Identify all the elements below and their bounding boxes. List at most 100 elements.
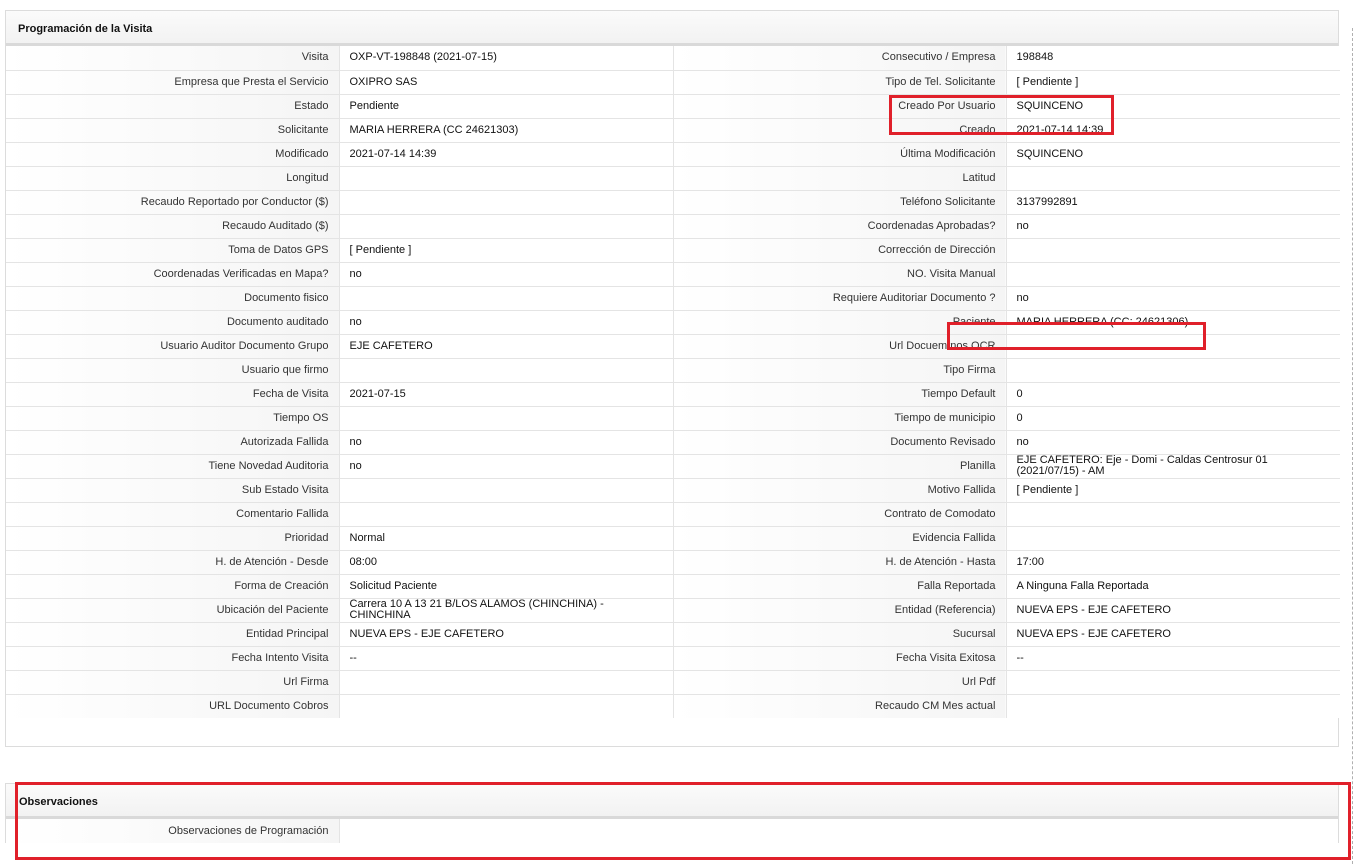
detail-row: Sub Estado Visita Motivo Fallida[ Pendien… <box>6 477 1340 502</box>
field-label: Visita <box>6 46 340 70</box>
field-label: Teléfono Solicitante <box>673 189 1007 214</box>
field-value: EJE CAFETERO: Eje - Domi - Caldas Centro… <box>1006 453 1340 478</box>
field-value: NUEVA EPS - EJE CAFETERO <box>339 621 674 646</box>
detail-row: Coordenadas Verificadas en Mapa? no NO. V… <box>6 261 1340 286</box>
field-value: Solicitud Paciente <box>339 573 674 598</box>
detail-row: URL Documento Cobros Recaudo CM Mes actua… <box>6 693 1340 718</box>
field-label: Documento auditado <box>6 309 340 334</box>
field-label: Tiempo Default <box>673 381 1007 406</box>
visit-schedule-panel: Programación de la Visita Visita OXP-VT-1… <box>5 10 1340 747</box>
field-value: Carrera 10 A 13 21 B/LOS ALAMOS (CHINCHI… <box>339 597 674 622</box>
field-value <box>1006 501 1340 526</box>
detail-row: Empresa que Presta el Servicio OXIPRO SAS… <box>6 69 1340 94</box>
field-value: 3137992891 <box>1006 189 1340 214</box>
field-label: Corrección de Dirección <box>673 237 1007 262</box>
detail-row: Recaudo Reportado por Conductor ($) Teléf… <box>6 189 1340 214</box>
field-label: Entidad Principal <box>6 621 340 646</box>
detail-row: Autorizada Fallida no Documento Revisado n… <box>6 429 1340 454</box>
field-label: Creado Por Usuario <box>673 93 1007 118</box>
field-label: Coordenadas Verificadas en Mapa? <box>6 261 340 286</box>
field-value: 0 <box>1006 405 1340 430</box>
field-label: Recaudo Reportado por Conductor ($) <box>6 189 340 214</box>
field-value: 2021-07-14 14:39 <box>1006 117 1340 142</box>
detail-row: Longitud Latitud <box>6 165 1340 190</box>
field-label: Última Modificación <box>673 141 1007 166</box>
field-value: no <box>339 429 674 454</box>
detail-row: Toma de Datos GPS[ Pendiente ] Corrección… <box>6 237 1340 262</box>
detail-row: Recaudo Auditado ($) Coordenadas Aprobada… <box>6 213 1340 238</box>
field-value: OXP-VT-198848 (2021-07-15) <box>339 46 674 70</box>
field-label: Consecutivo / Empresa <box>673 46 1007 70</box>
field-value <box>339 501 674 526</box>
field-value: 198848 <box>1006 46 1340 70</box>
field-value: [ Pendiente ] <box>339 237 674 262</box>
field-value <box>1006 525 1340 550</box>
field-value <box>339 477 674 502</box>
detail-row: Usuario Auditor Documento Grupo EJE CAFET… <box>6 333 1340 358</box>
field-label: Falla Reportada <box>673 573 1007 598</box>
field-value <box>339 693 674 718</box>
field-label: Sub Estado Visita <box>6 477 340 502</box>
observations-panel-title: Observaciones <box>6 784 1338 819</box>
field-label: Tipo Firma <box>673 357 1007 382</box>
field-label: Motivo Fallida <box>673 477 1007 502</box>
field-value: Pendiente <box>339 93 674 118</box>
field-label: Toma de Datos GPS <box>6 237 340 262</box>
field-value: NUEVA EPS - EJE CAFETERO <box>1006 597 1340 622</box>
field-value: 2021-07-14 14:39 <box>339 141 674 166</box>
field-label: H. de Atención - Hasta <box>673 549 1007 574</box>
field-label: Modificado <box>6 141 340 166</box>
field-label: Entidad (Referencia) <box>673 597 1007 622</box>
field-value <box>339 213 674 238</box>
observations-label: Observaciones de Programación <box>6 819 340 843</box>
field-label: Recaudo Auditado ($) <box>6 213 340 238</box>
field-value <box>1006 261 1340 286</box>
field-label: Autorizada Fallida <box>6 429 340 454</box>
field-value: -- <box>339 645 674 670</box>
field-label: Tiempo de municipio <box>673 405 1007 430</box>
field-value: NUEVA EPS - EJE CAFETERO <box>1006 621 1340 646</box>
observations-table: Observaciones de Programación <box>6 819 1338 843</box>
field-value: no <box>1006 429 1340 454</box>
field-value <box>1006 669 1340 694</box>
field-value: EJE CAFETERO <box>339 333 674 358</box>
field-label: Tiempo OS <box>6 405 340 430</box>
field-value: A Ninguna Falla Reportada <box>1006 573 1340 598</box>
field-label: Documento Revisado <box>673 429 1007 454</box>
field-value <box>1006 165 1340 190</box>
field-value <box>339 285 674 310</box>
field-value: OXIPRO SAS <box>339 69 674 94</box>
field-value <box>339 357 674 382</box>
detail-row: Solicitante MARIA HERRERA (CC 24621303) Cr… <box>6 117 1340 142</box>
field-label: NO. Visita Manual <box>673 261 1007 286</box>
detail-row: Tiempo OS Tiempo de municipio 0 <box>6 405 1340 430</box>
field-label: Fecha de Visita <box>6 381 340 406</box>
field-label: Paciente <box>673 309 1007 334</box>
detail-row: H. de Atención - Desde 08:00 H. de Atenció… <box>6 549 1340 574</box>
observations-row: Observaciones de Programación <box>6 819 1338 843</box>
field-value <box>1006 237 1340 262</box>
field-value: no <box>339 453 674 478</box>
field-value: MARIA HERRERA (CC: 24621306) <box>1006 309 1340 334</box>
detail-row: Fecha de Visita 2021-07-15 Tiempo Default… <box>6 381 1340 406</box>
field-label: Sucursal <box>673 621 1007 646</box>
field-value: [ Pendiente ] <box>1006 69 1340 94</box>
visit-schedule-panel-title: Programación de la Visita <box>6 11 1338 46</box>
field-value: no <box>339 261 674 286</box>
detail-row: Documento fisico Requiere Auditoriar Docu… <box>6 285 1340 310</box>
field-label: Url Docuemtnos OCR <box>673 333 1007 358</box>
field-value: [ Pendiente ] <box>1006 477 1340 502</box>
field-value: 2021-07-15 <box>339 381 674 406</box>
detail-row: Modificado 2021-07-14 14:39 Última Modific… <box>6 141 1340 166</box>
field-label: H. de Atención - Desde <box>6 549 340 574</box>
detail-row: Entidad Principal NUEVA EPS - EJE CAFETER… <box>6 621 1340 646</box>
field-label: Tiene Novedad Auditoria <box>6 453 340 478</box>
field-label: Latitud <box>673 165 1007 190</box>
field-value: Normal <box>339 525 674 550</box>
field-label: Url Firma <box>6 669 340 694</box>
detail-row: Usuario que firmo Tipo Firma <box>6 357 1340 382</box>
field-label: Requiere Auditoriar Documento ? <box>673 285 1007 310</box>
field-label: Usuario que firmo <box>6 357 340 382</box>
detail-row: Prioridad Normal Evidencia Fallida <box>6 525 1340 550</box>
field-value <box>339 669 674 694</box>
